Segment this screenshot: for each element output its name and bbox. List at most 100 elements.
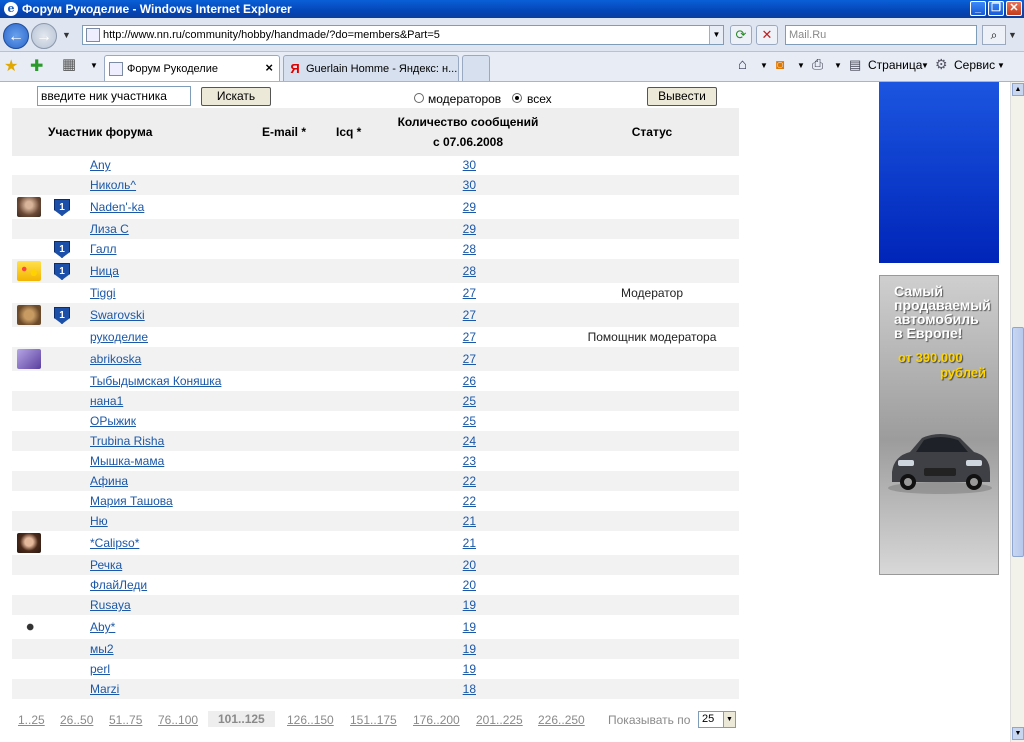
message-count-link[interactable]: 19 [452, 662, 476, 676]
member-nick-link[interactable]: Any [90, 158, 111, 172]
member-nick-link[interactable]: Rusaya [90, 598, 131, 612]
page-link[interactable]: 1..25 [18, 713, 45, 727]
message-count-link[interactable]: 27 [452, 308, 476, 322]
member-nick-link[interactable]: Naden'-ka [90, 200, 144, 214]
message-count-link[interactable]: 22 [452, 474, 476, 488]
avatar[interactable] [17, 261, 41, 281]
vertical-scrollbar[interactable]: ▲ ▼ [1010, 82, 1024, 742]
page-dropdown-icon[interactable]: ▼ [921, 61, 929, 70]
page-menu[interactable]: Страница [868, 58, 922, 72]
message-count-link[interactable]: 19 [452, 642, 476, 656]
quick-tabs-icon[interactable]: ▦ [62, 55, 76, 73]
avatar[interactable] [17, 197, 41, 217]
message-count-link[interactable]: 25 [452, 394, 476, 408]
scroll-thumb[interactable] [1012, 327, 1024, 557]
member-nick-link[interactable]: perl [90, 662, 110, 676]
home-dropdown-icon[interactable]: ▼ [760, 61, 768, 70]
message-count-link[interactable]: 24 [452, 434, 476, 448]
forward-button[interactable]: → [31, 23, 57, 49]
avatar[interactable] [17, 617, 41, 637]
feeds-icon[interactable]: ◙ [776, 56, 784, 72]
member-nick-link[interactable]: Афина [90, 474, 128, 488]
page-link[interactable]: 76..100 [158, 713, 198, 727]
member-nick-link[interactable]: Речка [90, 558, 122, 572]
header-status[interactable]: Статус [592, 125, 712, 139]
member-nick-link[interactable]: Тыбыдымская Коняшка [90, 374, 221, 388]
member-nick-link[interactable]: мы2 [90, 642, 114, 656]
page-link[interactable]: 126..150 [287, 713, 334, 727]
print-icon[interactable]: ⎙ [812, 56, 823, 73]
back-button[interactable]: ← [3, 23, 29, 49]
tools-menu[interactable]: Сервис [954, 58, 995, 72]
ad-banner-car[interactable]: Самый продаваемый автомобиль в Европе! о… [879, 275, 999, 575]
chevron-down-icon[interactable]: ▼ [723, 712, 735, 727]
message-count-link[interactable]: 21 [452, 536, 476, 550]
close-window-button[interactable]: ✕ [1006, 1, 1022, 16]
header-icq[interactable]: Icq * [336, 125, 376, 139]
message-count-link[interactable]: 27 [452, 352, 476, 366]
add-favorites-icon[interactable]: ✚ [30, 56, 43, 76]
message-count-link[interactable]: 19 [452, 620, 476, 634]
message-count-link[interactable]: 20 [452, 558, 476, 572]
member-nick-link[interactable]: Ница [90, 264, 119, 278]
member-nick-link[interactable]: Tiggi [90, 286, 116, 300]
tools-dropdown-icon[interactable]: ▼ [997, 61, 1005, 70]
stop-icon[interactable]: ✕ [756, 25, 778, 45]
member-nick-link[interactable]: Ню [90, 514, 108, 528]
message-count-link[interactable]: 19 [452, 598, 476, 612]
page-link[interactable]: 201..225 [476, 713, 523, 727]
radio-moderators[interactable] [414, 93, 424, 103]
search-icon[interactable]: ⌕ [982, 25, 1006, 45]
message-count-link[interactable]: 23 [452, 454, 476, 468]
tab-yandex[interactable]: Я Guerlain Homme - Яндекс: н... [283, 55, 459, 81]
restore-button[interactable]: ❐ [988, 1, 1004, 16]
message-count-link[interactable]: 28 [452, 264, 476, 278]
page-link[interactable]: 151..175 [350, 713, 397, 727]
per-page-select[interactable]: 25 ▼ [698, 711, 736, 728]
home-icon[interactable]: ⌂ [738, 56, 747, 73]
search-button[interactable]: Искать [201, 87, 271, 106]
message-count-link[interactable]: 18 [452, 682, 476, 696]
favorites-star-icon[interactable]: ★ [4, 56, 18, 76]
page-link[interactable]: 51..75 [109, 713, 142, 727]
close-tab-icon[interactable]: × [265, 60, 273, 75]
history-dropdown-icon[interactable]: ▼ [62, 30, 71, 40]
feeds-dropdown-icon[interactable]: ▼ [797, 61, 805, 70]
message-count-link[interactable]: 21 [452, 514, 476, 528]
header-email[interactable]: E-mail * [262, 125, 322, 139]
member-nick-link[interactable]: Мышка-мама [90, 454, 164, 468]
page-link[interactable]: 176..200 [413, 713, 460, 727]
member-nick-link[interactable]: ФлайЛеди [90, 578, 147, 592]
search-input[interactable] [789, 27, 975, 43]
member-nick-link[interactable]: Лиза С [90, 222, 129, 236]
page-link[interactable]: 26..50 [60, 713, 93, 727]
nick-search-input[interactable] [37, 86, 191, 106]
url-dropdown-icon[interactable]: ▼ [709, 26, 723, 44]
refresh-icon[interactable]: ⟳ [730, 25, 752, 45]
tab-list-icon[interactable]: ▼ [90, 61, 98, 70]
minimize-button[interactable]: _ [970, 1, 986, 16]
message-count-link[interactable]: 29 [452, 200, 476, 214]
member-nick-link[interactable]: ОРыжик [90, 414, 136, 428]
message-count-link[interactable]: 26 [452, 374, 476, 388]
avatar[interactable] [17, 533, 41, 553]
search-options-icon[interactable]: ▼ [1008, 30, 1017, 40]
message-count-link[interactable]: 20 [452, 578, 476, 592]
message-count-link[interactable]: 27 [452, 286, 476, 300]
output-button[interactable]: Вывести [647, 87, 717, 106]
search-box[interactable] [785, 25, 977, 45]
member-nick-link[interactable]: Marzi [90, 682, 119, 696]
address-box[interactable]: ▼ [82, 25, 724, 45]
tab-forum[interactable]: Форум Рукоделие × [104, 55, 280, 81]
header-count-line1[interactable]: Количество сообщений [388, 115, 548, 129]
avatar[interactable] [17, 349, 41, 369]
scroll-down-icon[interactable]: ▼ [1012, 727, 1024, 740]
member-nick-link[interactable]: Swarovski [90, 308, 145, 322]
ad-banner-blue[interactable] [879, 82, 999, 263]
radio-all-users[interactable] [512, 93, 522, 103]
url-input[interactable] [103, 27, 703, 43]
message-count-link[interactable]: 30 [452, 178, 476, 192]
header-member[interactable]: Участник форума [48, 125, 158, 139]
member-nick-link[interactable]: *Calipso* [90, 536, 139, 550]
print-dropdown-icon[interactable]: ▼ [834, 61, 842, 70]
